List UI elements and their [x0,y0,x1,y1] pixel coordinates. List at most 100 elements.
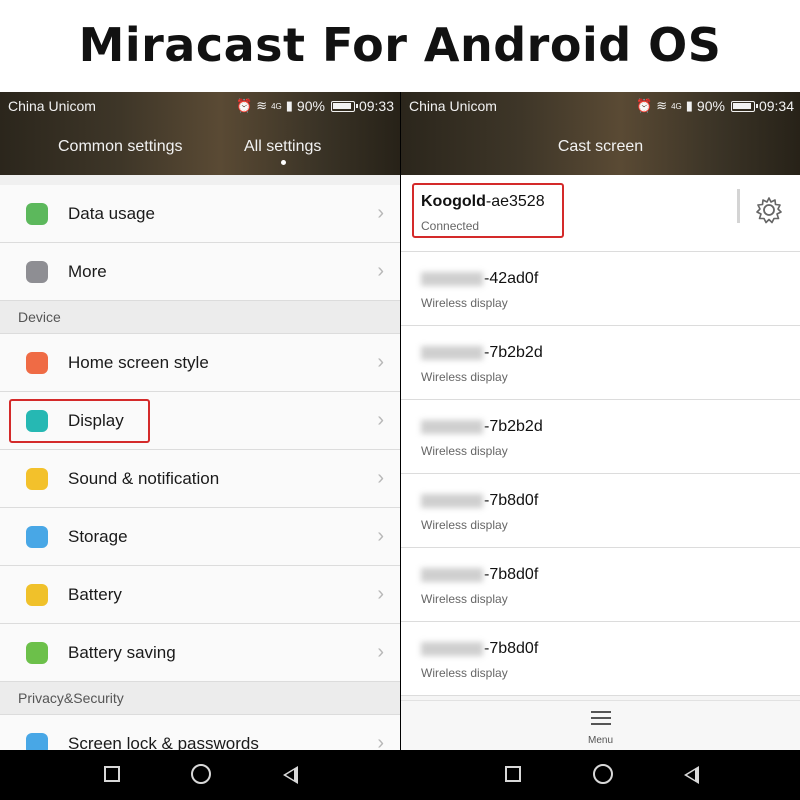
wifi-icon: ≋ [656,98,668,113]
list-spacer [0,175,400,185]
device-item[interactable]: -7b8d0f Wireless display [401,622,800,696]
settings-item-battery-saving[interactable]: Battery saving › [0,624,400,682]
bottom-menu-bar: Menu [401,700,800,750]
blurred-device-name [421,493,483,508]
sound-icon [26,468,48,490]
settings-tabs: Common settings All settings [0,134,400,170]
tab-all-settings[interactable]: All settings [244,138,321,156]
blurred-device-name [421,641,483,656]
settings-item-battery[interactable]: Battery › [0,566,400,624]
more-icon [26,261,48,283]
home-nav-icon[interactable] [593,764,613,784]
blurred-device-name [421,419,483,434]
device-name-suffix: -7b2b2d [484,344,543,361]
alarm-icon: ⏰ [636,98,653,113]
device-name: -7b2b2d [421,344,543,362]
device-name-suffix: -7b8d0f [484,566,539,583]
settings-item-label: More [68,261,107,281]
storage-icon [26,526,48,548]
device-name-suffix: -7b2b2d [484,418,543,435]
signal-icon: ▮ [685,98,693,113]
home-icon [26,352,48,374]
active-tab-indicator [281,160,286,165]
device-status: Wireless display [421,518,508,532]
chevron-right-icon: › [377,260,384,282]
navigation-bar [401,750,800,800]
settings-screen: China Unicom ⏰ ≋ 4G ▮ 90% 09:33 Common s… [0,92,400,800]
blurred-device-name [421,345,483,360]
device-item[interactable]: -7b8d0f Wireless display [401,474,800,548]
chevron-right-icon: › [377,583,384,605]
device-status: Wireless display [421,592,508,606]
settings-item-label: Home screen style [68,352,209,372]
device-item[interactable]: -7b8d0f Wireless display [401,548,800,622]
device-name-suffix: -7b8d0f [484,492,539,509]
chevron-right-icon: › [377,467,384,489]
chevron-right-icon: › [377,409,384,431]
alarm-icon: ⏰ [236,98,253,113]
section-header-device: Device [0,301,400,334]
settings-item-label: Battery [68,584,122,604]
settings-item-sound-notification[interactable]: Sound & notification › [0,450,400,508]
device-name: -42ad0f [421,270,538,288]
settings-item-label: Sound & notification [68,468,220,488]
separator [737,189,740,223]
settings-item-display[interactable]: Display › [0,392,400,450]
menu-icon[interactable] [591,711,611,725]
chevron-right-icon: › [377,351,384,373]
device-status: Wireless display [421,296,508,310]
settings-item-more[interactable]: More › [0,243,400,301]
status-bar: China Unicom ⏰ ≋ 4G ▮ 90% 09:34 [401,92,800,120]
clock: 09:33 [358,98,394,114]
network-type: 4G [671,101,682,111]
network-type: 4G [271,101,282,111]
gear-icon[interactable] [754,195,784,230]
device-status: Wireless display [421,666,508,680]
back-icon[interactable] [283,766,298,784]
recents-icon[interactable] [104,766,120,782]
section-header-privacy-security: Privacy&Security [0,682,400,715]
recents-icon[interactable] [505,766,521,782]
signal-icon: ▮ [285,98,293,113]
home-nav-icon[interactable] [191,764,211,784]
device-name-suffix: -42ad0f [484,270,539,287]
cast-device-list: Koogold-ae3528 Connected -42ad0f Wireles… [401,175,800,696]
clock: 09:34 [758,98,794,114]
device-status: Wireless display [421,444,508,458]
status-indicators: ⏰ ≋ 4G ▮ 90% 09:33 [236,98,394,114]
settings-item-storage[interactable]: Storage › [0,508,400,566]
data-usage-icon [26,203,48,225]
device-name: -7b8d0f [421,640,538,658]
battery-icon [26,584,48,606]
chevron-right-icon: › [377,641,384,663]
device-item[interactable]: -42ad0f Wireless display [401,252,800,326]
device-name: -7b2b2d [421,418,543,436]
settings-item-label: Battery saving [68,642,176,662]
device-item[interactable]: -7b2b2d Wireless display [401,326,800,400]
highlight-box [412,183,564,238]
blurred-device-name [421,567,483,582]
page-title: Cast screen [557,138,644,155]
headline: Miracast For Android OS [78,18,722,72]
navigation-bar [0,750,400,800]
device-item[interactable]: -7b2b2d Wireless display [401,400,800,474]
settings-header: China Unicom ⏰ ≋ 4G ▮ 90% 09:33 Common s… [0,92,400,175]
device-name-suffix: -7b8d0f [484,640,539,657]
wifi-icon: ≋ [256,98,268,113]
cast-header: China Unicom ⏰ ≋ 4G ▮ 90% 09:34 Cast scr… [401,92,800,175]
device-name: -7b8d0f [421,566,538,584]
tab-common-settings[interactable]: Common settings [58,138,183,156]
chevron-right-icon: › [377,202,384,224]
carrier-label: China Unicom [409,98,497,114]
battery-percent: 90% [696,98,725,114]
settings-item-home-screen-style[interactable]: Home screen style › [0,334,400,392]
device-name: -7b8d0f [421,492,538,510]
carrier-label: China Unicom [8,98,96,114]
chevron-right-icon: › [377,525,384,547]
device-item-connected[interactable]: Koogold-ae3528 Connected [401,175,800,252]
menu-label[interactable]: Menu [401,735,800,746]
battery-percent: 90% [296,98,325,114]
status-indicators: ⏰ ≋ 4G ▮ 90% 09:34 [636,98,794,114]
back-icon[interactable] [684,766,699,784]
settings-item-data-usage[interactable]: Data usage › [0,185,400,243]
